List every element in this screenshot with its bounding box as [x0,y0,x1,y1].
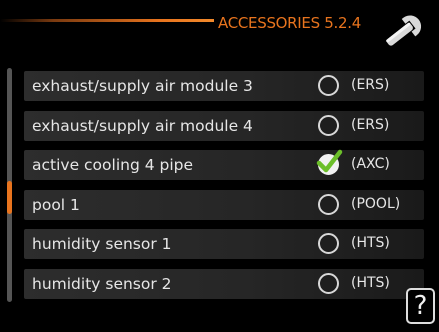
accessories-screen: ACCESSORIES 5.2.4 exhaust/supply air mod… [0,0,439,332]
list-item[interactable]: humidity sensor 1 (HTS) [24,229,424,259]
list-item[interactable]: active cooling 4 pipe (AXC) [24,149,424,180]
list-item[interactable]: pool 1 (POOL) [24,190,424,220]
radio-button[interactable] [318,75,339,96]
help-button[interactable]: ? [406,288,435,324]
item-label: pool 1 [32,196,80,214]
wrench-icon [386,15,422,46]
item-label: exhaust/supply air module 4 [32,117,253,135]
item-code: (HTS) [351,275,390,291]
item-code: (POOL) [351,196,401,212]
list-item[interactable]: humidity sensor 2 (HTS) [24,269,424,299]
scrollbar-thumb[interactable] [7,181,12,214]
page-title: ACCESSORIES 5.2.4 [218,14,361,32]
item-label: humidity sensor 2 [32,275,172,293]
item-label: humidity sensor 1 [32,235,172,253]
item-code: (AXC) [351,156,390,172]
radio-button[interactable] [318,233,339,254]
item-code: (ERS) [351,117,390,133]
header-divider [0,19,214,22]
item-code: (HTS) [351,235,390,251]
radio-button[interactable] [318,115,339,136]
radio-button[interactable] [318,194,339,215]
item-label: exhaust/supply air module 3 [32,77,253,95]
list-item[interactable]: exhaust/supply air module 3 (ERS) [24,71,424,101]
checkmark-icon [316,149,343,173]
list-item[interactable]: exhaust/supply air module 4 (ERS) [24,111,424,141]
item-code: (ERS) [351,77,390,93]
item-label: active cooling 4 pipe [32,156,194,174]
radio-button[interactable] [318,273,339,294]
